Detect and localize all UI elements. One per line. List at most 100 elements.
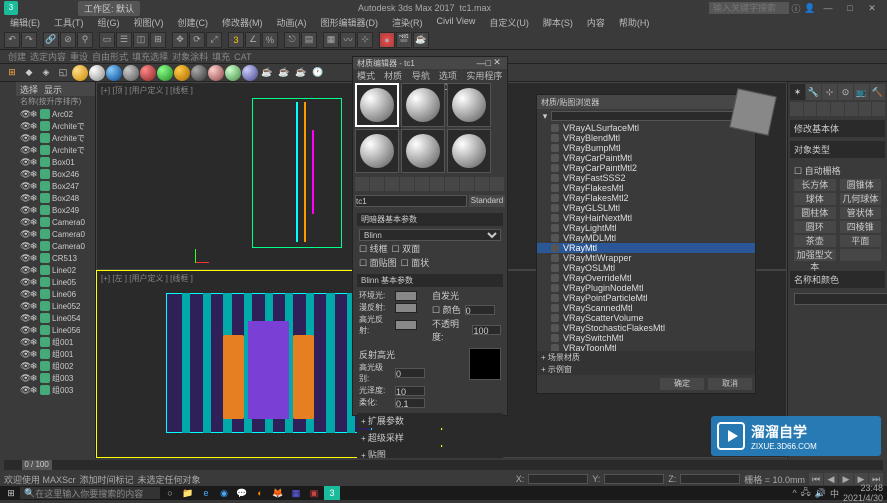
redo-button[interactable]: ↷ <box>21 32 37 48</box>
rollout-header[interactable]: + 超级采样 <box>357 430 503 445</box>
ribbon-tab[interactable]: 选定内容 <box>30 50 66 63</box>
help-search-input[interactable] <box>709 2 789 14</box>
tray-volume-icon[interactable]: 🔊 <box>815 488 826 499</box>
browser-item[interactable]: VRayCarPaintMtl <box>537 153 755 163</box>
browser-item[interactable]: VRayFastSSS2 <box>537 173 755 183</box>
dropdown-icon[interactable]: ▾ <box>539 111 551 121</box>
taskbar-search[interactable]: 🔍 在这里输入你要搜索的内容 <box>20 487 160 499</box>
create-tab[interactable]: ✶ <box>790 84 805 100</box>
browser-titlebar[interactable]: 材质/贴图浏览器 ✕ <box>537 95 755 109</box>
rollout-header[interactable]: 对象类型 <box>790 141 885 158</box>
scene-item[interactable]: 👁❄Line06 <box>16 288 95 300</box>
menu-render[interactable]: 渲染(R) <box>386 16 429 30</box>
tray-network-icon[interactable]: 🖧 <box>801 485 811 501</box>
scene-item[interactable]: 👁❄Box249 <box>16 204 95 216</box>
me-tool-icon[interactable] <box>355 177 369 191</box>
tray-lang-icon[interactable]: 中 <box>830 487 839 500</box>
scene-item[interactable]: 👁❄Architeで <box>16 144 95 156</box>
material-slot[interactable] <box>401 83 445 127</box>
rollout-header[interactable]: 名称和颜色 <box>790 271 885 288</box>
browser-item[interactable]: VRayALSurfaceMtl <box>537 123 755 133</box>
shelf-sphere-icon[interactable] <box>174 65 190 81</box>
menu-script[interactable]: 脚本(S) <box>537 16 579 30</box>
color-check[interactable]: ☐ 颜色 <box>432 303 461 316</box>
close-button[interactable]: ✕ <box>861 1 883 15</box>
me-menu-material[interactable]: 材质(M) <box>384 69 408 81</box>
window-crossing-button[interactable]: ⊞ <box>150 32 166 48</box>
mirror-button[interactable]: ⎋ <box>284 32 300 48</box>
camera-icon[interactable] <box>831 102 844 116</box>
me-menu-nav[interactable]: 导航(N) <box>412 69 435 81</box>
speclvl-spinner[interactable]: 0 <box>395 368 425 378</box>
scene-list[interactable]: 👁❄Arc02👁❄Architeで👁❄Architeで👁❄Architeで👁❄B… <box>16 108 95 458</box>
me-tool-icon[interactable] <box>460 177 474 191</box>
specular-swatch[interactable] <box>395 320 417 330</box>
faceted-check[interactable]: ☐ 面状 <box>401 256 430 269</box>
me-tool-icon[interactable] <box>400 177 414 191</box>
menu-graph[interactable]: 图形编辑器(D) <box>315 16 385 30</box>
shelf-teapot-icon[interactable]: ☕ <box>259 65 275 81</box>
create-button[interactable]: 圆柱体 <box>794 207 836 219</box>
browser-item[interactable]: VRayToonMtl <box>537 343 755 351</box>
material-type-button[interactable]: Standard <box>469 195 505 207</box>
system-tray[interactable]: ^ 🖧 🔊 中 23:48 2021/4/30 <box>792 483 883 503</box>
select-name-button[interactable]: ☰ <box>116 32 132 48</box>
browser-item[interactable]: VRayStochasticFlakesMtl <box>537 323 755 333</box>
menu-edit[interactable]: 编辑(E) <box>4 16 46 30</box>
ribbon-tab[interactable]: 创建 <box>8 50 26 63</box>
me-tool-icon[interactable] <box>475 177 489 191</box>
menu-custom[interactable]: 自定义(U) <box>483 16 535 30</box>
rollout-header[interactable]: Blinn 基本参数 <box>357 274 503 287</box>
material-slot[interactable] <box>401 129 445 173</box>
shelf-sphere-icon[interactable] <box>123 65 139 81</box>
shelf-sphere-icon[interactable] <box>157 65 173 81</box>
geom-icon[interactable] <box>790 102 803 116</box>
shelf-icon[interactable]: ◆ <box>21 65 37 81</box>
browser-item[interactable]: VRayLightMtl <box>537 223 755 233</box>
time-cursor[interactable]: 0 / 100 <box>22 460 52 470</box>
cancel-button[interactable]: 取消 <box>708 378 752 390</box>
space-icon[interactable] <box>859 102 872 116</box>
link-button[interactable]: 🔗 <box>43 32 59 48</box>
render-setup-button[interactable]: 🎬 <box>396 32 412 48</box>
taskbar-app-icon[interactable]: ◉ <box>216 486 232 500</box>
shape-icon[interactable] <box>804 102 817 116</box>
scene-item[interactable]: 👁❄Arc02 <box>16 108 95 120</box>
signin-icon[interactable]: 👤 <box>803 1 817 15</box>
menu-modifier[interactable]: 修改器(M) <box>216 16 269 30</box>
browser-category[interactable]: + 示例窗 <box>537 363 755 375</box>
minimize-button[interactable]: — <box>817 1 839 15</box>
material-name-input[interactable] <box>355 195 467 207</box>
menu-group[interactable]: 组(G) <box>92 16 126 30</box>
scene-item[interactable]: 👁❄Line05 <box>16 276 95 288</box>
menu-anim[interactable]: 动画(A) <box>271 16 313 30</box>
me-tool-icon[interactable] <box>415 177 429 191</box>
browser-item[interactable]: VRayGLSLMtl <box>537 203 755 213</box>
me-tool-icon[interactable] <box>445 177 459 191</box>
render-button[interactable]: ☕ <box>413 32 429 48</box>
scene-item[interactable]: 👁❄Line02 <box>16 264 95 276</box>
scene-item[interactable]: 👁❄Line054 <box>16 312 95 324</box>
shelf-icon[interactable]: ◱ <box>55 65 71 81</box>
material-slot[interactable] <box>355 129 399 173</box>
align-button[interactable]: ▤ <box>301 32 317 48</box>
scene-item[interactable]: 👁❄组001 <box>16 348 95 360</box>
2side-check[interactable]: ☐ 双面 <box>392 242 421 255</box>
taskbar-3dsmax-icon[interactable]: 3 <box>324 486 340 500</box>
scene-tab-display[interactable]: 显示 <box>44 83 62 96</box>
scene-item[interactable]: 👁❄组001 <box>16 336 95 348</box>
rollout-header[interactable]: + 扩展参数 <box>357 413 503 428</box>
ribbon-tab[interactable]: CAT <box>234 52 251 62</box>
minimize-icon[interactable]: — <box>477 58 486 68</box>
shelf-clock-icon[interactable]: 🕐 <box>310 65 326 81</box>
viewport-label[interactable]: [+] [左 ] [用户定义 ] [线框 ] <box>101 273 193 284</box>
create-button[interactable]: 长方体 <box>794 179 836 191</box>
scene-item[interactable]: 👁❄组002 <box>16 360 95 372</box>
scene-tab-select[interactable]: 选择 <box>20 83 38 96</box>
scene-item[interactable]: 👁❄Architeで <box>16 132 95 144</box>
scene-item[interactable]: 👁❄Line056 <box>16 324 95 336</box>
shelf-sphere-icon[interactable] <box>72 65 88 81</box>
modify-tab[interactable]: 🔧 <box>806 84 821 100</box>
me-tool-icon[interactable] <box>370 177 384 191</box>
shelf-sphere-icon[interactable] <box>242 65 258 81</box>
